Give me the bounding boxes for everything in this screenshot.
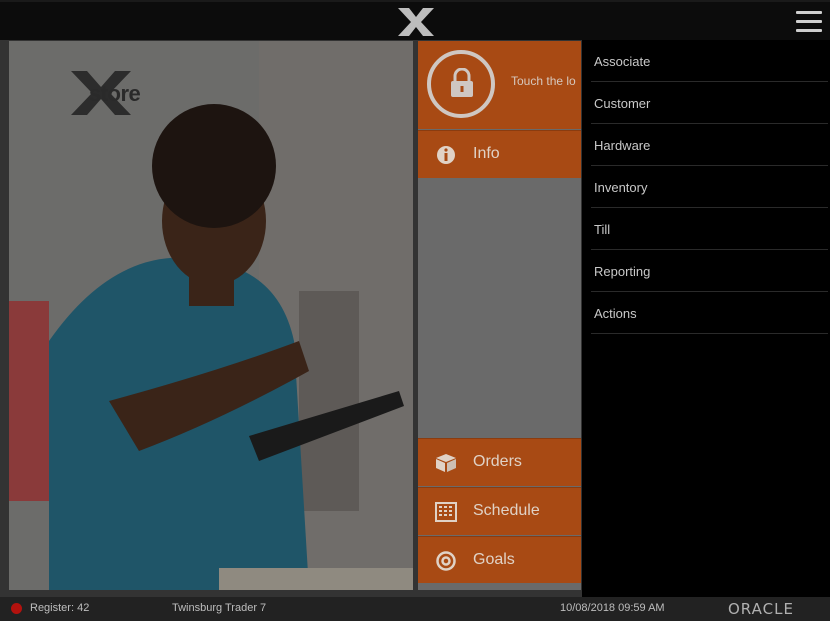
datetime: 10/08/2018 09:59 AM: [560, 602, 665, 614]
store-name: Twinsburg Trader 7: [172, 602, 267, 614]
tiles-column: Touch the lo Info Orders Schedule Goals: [418, 41, 581, 590]
menu-item-label: Associate: [594, 54, 651, 69]
xstore-brand-text: store: [89, 81, 141, 106]
xstore-x-logo-icon: [398, 8, 434, 36]
tile-orders-label: Orders: [473, 453, 522, 470]
menu-item-label: Till: [594, 222, 611, 237]
lock-icon: [451, 68, 473, 97]
menu-item-customer[interactable]: Customer: [591, 82, 828, 124]
menu-item-till[interactable]: Till: [591, 208, 828, 250]
box-icon: [436, 454, 456, 472]
menu-item-inventory[interactable]: Inventory: [591, 166, 828, 208]
target-icon: [436, 551, 456, 571]
top-bar: [0, 0, 830, 40]
register-status-indicator: [11, 603, 22, 614]
tile-goals-label: Goals: [473, 551, 515, 568]
side-menu-panel: Associate Customer Hardware Inventory Ti…: [582, 40, 830, 597]
lock-tile[interactable]: Touch the lo: [418, 41, 581, 129]
menu-item-actions[interactable]: Actions: [591, 292, 828, 334]
menu-item-label: Inventory: [594, 180, 648, 195]
menu-item-label: Reporting: [594, 264, 651, 279]
tile-schedule[interactable]: Schedule: [418, 487, 581, 535]
menu-item-associate[interactable]: Associate: [591, 40, 828, 82]
hamburger-line: [796, 29, 822, 32]
menu-item-label: Customer: [594, 96, 651, 111]
associate-with-tablet-photo: [9, 41, 413, 590]
tile-goals[interactable]: Goals: [418, 536, 581, 583]
welcome-photo: store: [9, 41, 413, 590]
oracle-logo: ORACLE: [728, 600, 794, 618]
menu-item-hardware[interactable]: Hardware: [591, 124, 828, 166]
menu-hamburger-button[interactable]: [796, 11, 822, 33]
menu-item-reporting[interactable]: Reporting: [591, 250, 828, 292]
register-number: Register: 42: [30, 602, 90, 614]
tile-orders[interactable]: Orders: [418, 438, 581, 486]
lock-hint-text: Touch the lo: [511, 74, 576, 88]
info-icon: [437, 146, 455, 164]
tile-info[interactable]: Info: [418, 130, 581, 178]
menu-item-label: Actions: [594, 306, 637, 321]
tile-info-label: Info: [473, 145, 500, 162]
hamburger-line: [796, 20, 822, 23]
menu-item-label: Hardware: [594, 138, 651, 153]
tile-schedule-label: Schedule: [473, 502, 540, 519]
calendar-grid-icon: [435, 502, 457, 522]
status-bar: Register: 42 Twinsburg Trader 7 10/08/20…: [0, 597, 830, 621]
hamburger-line: [796, 11, 822, 14]
